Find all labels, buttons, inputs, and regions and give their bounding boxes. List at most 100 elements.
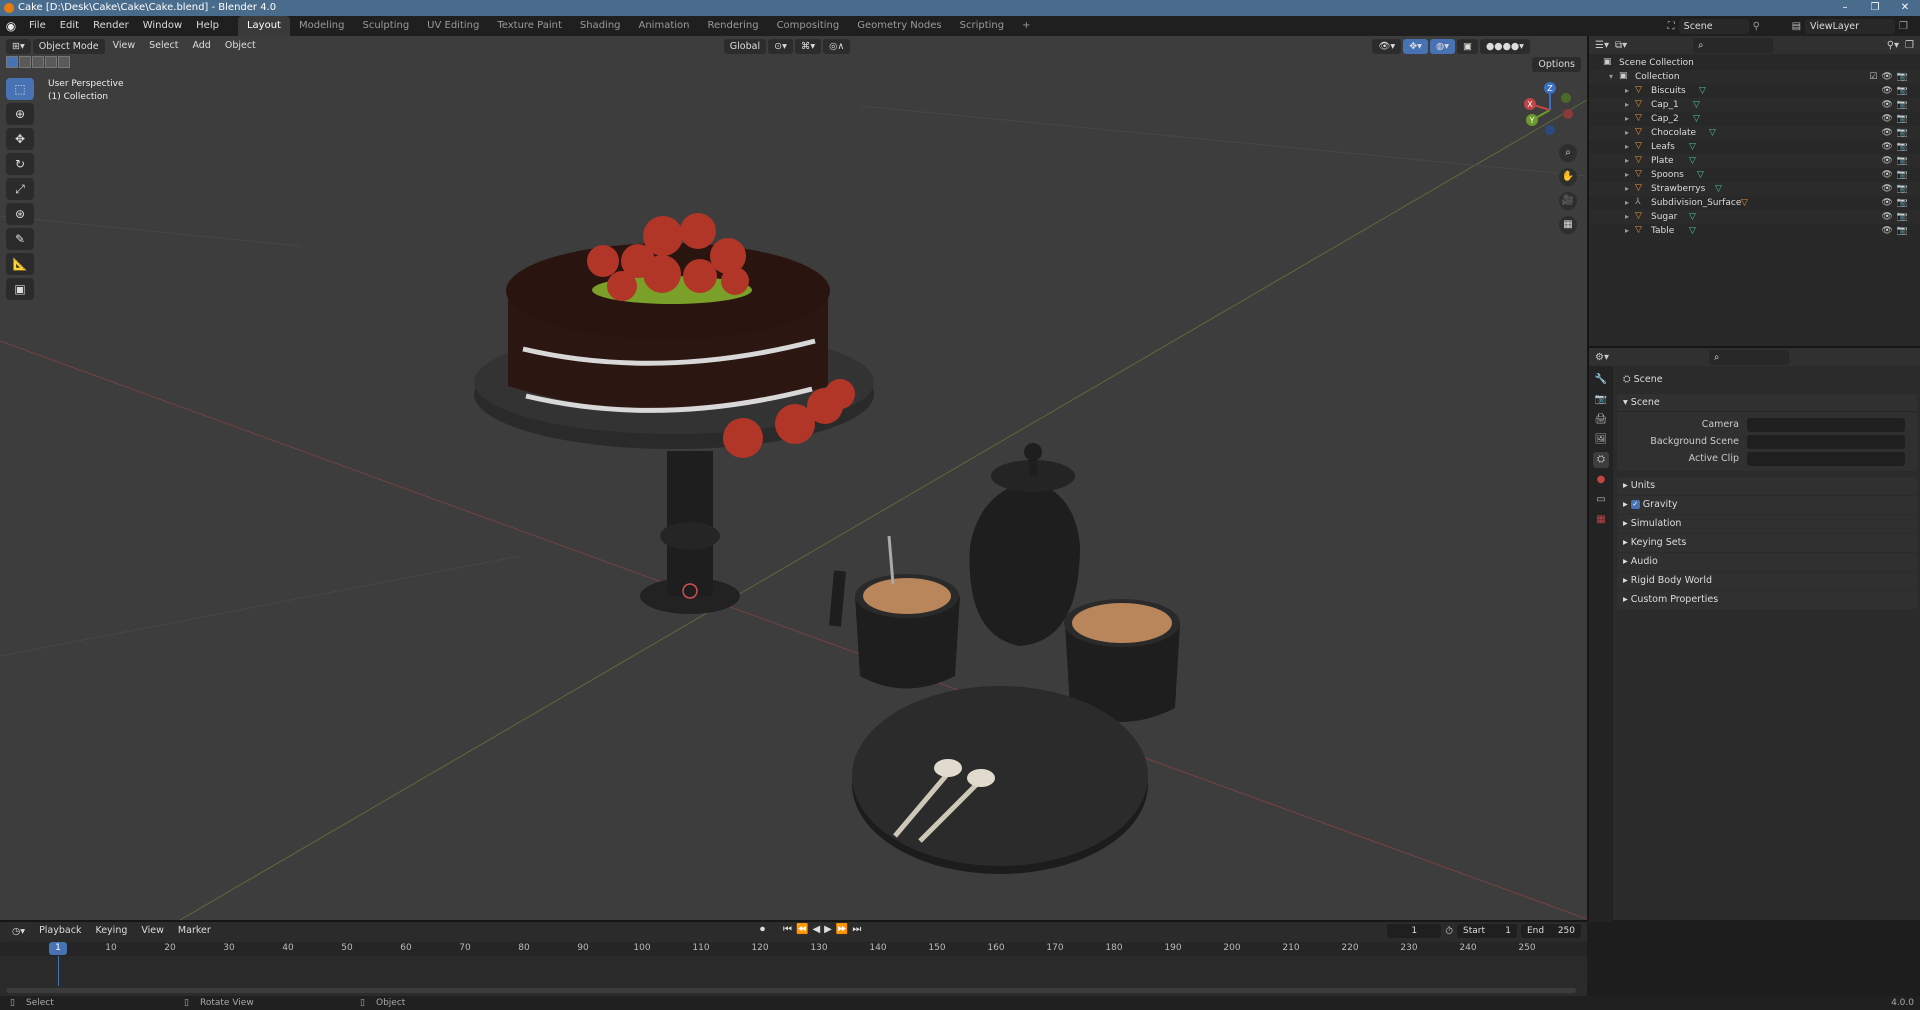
tool-tab-icon[interactable]: 🔧 (1593, 372, 1609, 388)
add-workspace-button[interactable]: + (1013, 16, 1039, 36)
rotate-tool-icon[interactable]: ↻ (6, 153, 34, 175)
tab-texture-paint[interactable]: Texture Paint (488, 16, 571, 36)
timeline-scrollbar[interactable] (6, 988, 1576, 993)
shading-mode-icon[interactable]: ●●●●▾ (1480, 38, 1530, 54)
record-icon[interactable]: ⏺ (760, 924, 765, 935)
filter-icon[interactable]: ⚲▾ (1887, 40, 1899, 51)
current-frame-field[interactable]: 1 (1387, 924, 1442, 938)
minimize-button[interactable]: – (1830, 0, 1860, 16)
editor-type-button[interactable]: ⊞▾ (6, 38, 31, 54)
menu-window[interactable]: Window (136, 16, 189, 36)
transform-tool-icon[interactable]: ⊛ (6, 203, 34, 225)
plate[interactable] (852, 686, 1148, 874)
tab-animation[interactable]: Animation (630, 16, 699, 36)
scene-panel-header[interactable]: ▾ Scene (1617, 394, 1917, 412)
menu-select[interactable]: Select (143, 36, 184, 56)
close-button[interactable]: ✕ (1890, 0, 1920, 16)
collection-tab-icon[interactable]: ▭ (1593, 492, 1609, 508)
texture-tab-icon[interactable]: ▦ (1593, 512, 1609, 528)
editor-type-icon[interactable]: ◷▾ (6, 923, 32, 939)
annotate-tool-icon[interactable]: ✎ (6, 228, 34, 250)
xray-toggle-icon[interactable]: ▣ (1457, 38, 1478, 54)
snap-icon[interactable]: ⌘▾ (794, 38, 822, 54)
background-scene-field[interactable] (1747, 434, 1905, 449)
select-invert-icon[interactable] (45, 56, 57, 68)
tree-item-object[interactable]: ▸ ⅄ Subdivision_Surface ▽ 👁📷 (1589, 196, 1920, 210)
timeline-track-area[interactable] (0, 956, 1587, 986)
tab-scripting[interactable]: Scripting (951, 16, 1013, 36)
gravity-panel[interactable]: ▸ ✓ Gravity (1617, 496, 1917, 514)
camera-view-icon[interactable]: 🎥 (1559, 192, 1577, 210)
menu-view[interactable]: View (107, 36, 142, 56)
tab-uv-editing[interactable]: UV Editing (418, 16, 488, 36)
units-panel[interactable]: ▸ Units (1617, 477, 1917, 495)
camera-field[interactable] (1747, 417, 1905, 432)
gizmo-toggle-icon[interactable]: ✥▾ (1403, 38, 1428, 54)
tab-modeling[interactable]: Modeling (290, 16, 354, 36)
output-tab-icon[interactable]: 🖨 (1593, 412, 1609, 428)
add-cube-tool-icon[interactable]: ▣ (6, 278, 34, 300)
cursor-tool-icon[interactable]: ⊕ (6, 103, 34, 125)
select-intersect-icon[interactable] (58, 56, 70, 68)
select-new-icon[interactable] (6, 56, 18, 68)
view-layer-tab-icon[interactable]: 🖼 (1593, 432, 1609, 448)
new-view-layer-icon[interactable]: ❐ (1899, 21, 1908, 32)
tree-item-object[interactable]: ▸ ▽ Leafs ▽ 👁📷 (1589, 140, 1920, 154)
simulation-panel[interactable]: ▸ Simulation (1617, 515, 1917, 533)
3d-viewport[interactable]: ⊞▾ Object Mode View Select Add Object Gl… (0, 36, 1587, 920)
tree-item-object[interactable]: ▸ ▽ Sugar ▽ 👁📷 (1589, 210, 1920, 224)
properties-search-input[interactable]: ⌕ (1708, 349, 1789, 365)
tree-item-object[interactable]: ▸ ▽ Biscuits ▽ 👁📷 (1589, 84, 1920, 98)
render-tab-icon[interactable]: 📷 (1593, 392, 1609, 408)
pivot-icon[interactable]: ⊙▾ (768, 38, 793, 54)
transform-orientation-selector[interactable]: Global (723, 38, 767, 54)
jump-end-icon[interactable]: ⏭ (852, 924, 861, 935)
menu-keying[interactable]: Keying (89, 921, 133, 941)
tab-shading[interactable]: Shading (571, 16, 630, 36)
scene-selector[interactable]: Scene (1678, 18, 1749, 34)
proportional-edit-icon[interactable]: ◎∧ (823, 38, 851, 54)
mode-selector[interactable]: Object Mode (32, 38, 105, 54)
tab-rendering[interactable]: Rendering (698, 16, 767, 36)
tab-layout[interactable]: Layout (237, 16, 290, 36)
menu-object[interactable]: Object (219, 36, 262, 56)
play-reverse-icon[interactable]: ◀ (812, 924, 820, 935)
perspective-toggle-icon[interactable]: ▦ (1559, 216, 1577, 234)
tree-item-object[interactable]: ▸ ▽ Table ▽ 👁📷 (1589, 224, 1920, 238)
tree-item-object[interactable]: ▸ ▽ Cap_2 ▽ 👁📷 (1589, 112, 1920, 126)
tree-item-object[interactable]: ▸ ▽ Plate ▽ 👁📷 (1589, 154, 1920, 168)
maximize-button[interactable]: ❐ (1860, 0, 1890, 16)
overlay-toggle-icon[interactable]: ◍▾ (1429, 38, 1456, 54)
editor-type-icon[interactable]: ☰▾ (1595, 40, 1609, 51)
select-subtract-icon[interactable] (32, 56, 44, 68)
timeline-ruler[interactable]: 1 10 20 30 40 50 60 70 80 90 100 110 120… (0, 942, 1587, 956)
menu-render[interactable]: Render (86, 16, 136, 36)
gravity-checkbox[interactable]: ✓ (1630, 500, 1640, 509)
active-clip-field[interactable] (1747, 451, 1905, 466)
tab-geometry-nodes[interactable]: Geometry Nodes (848, 16, 950, 36)
tree-item-object[interactable]: ▸ ▽ Spoons ▽ 👁📷 (1589, 168, 1920, 182)
audio-panel[interactable]: ▸ Audio (1617, 553, 1917, 571)
world-tab-icon[interactable]: ● (1593, 472, 1609, 488)
menu-view[interactable]: View (135, 921, 170, 941)
zoom-icon[interactable]: ⌕ (1559, 144, 1577, 162)
current-frame-indicator[interactable]: 1 (49, 942, 67, 955)
tree-item-scene-collection[interactable]: ▣ Scene Collection (1589, 56, 1920, 70)
view-layer-selector[interactable]: ViewLayer (1805, 18, 1896, 34)
editor-type-icon[interactable]: ⚙▾ (1595, 352, 1609, 363)
menu-marker[interactable]: Marker (172, 921, 217, 941)
display-mode-icon[interactable]: ⧉▾ (1615, 40, 1627, 51)
sugar-pot[interactable] (969, 443, 1080, 646)
navigation-gizmo[interactable]: Z Y X (1520, 80, 1580, 140)
tab-sculpting[interactable]: Sculpting (353, 16, 418, 36)
menu-file[interactable]: File (22, 16, 53, 36)
tree-item-collection[interactable]: ▾ ▣ Collection ☑👁📷 (1589, 70, 1920, 84)
select-box-tool-icon[interactable]: ⬚ (6, 78, 34, 100)
collapse-icon[interactable]: ▾ (1609, 70, 1613, 84)
tree-item-object[interactable]: ▸ ▽ Strawberrys ▽ 👁📷 (1589, 182, 1920, 196)
menu-edit[interactable]: Edit (53, 16, 86, 36)
options-button[interactable]: Options (1532, 57, 1581, 72)
jump-keyframe-back-icon[interactable]: ⏪ (796, 924, 808, 935)
move-tool-icon[interactable]: ✥ (6, 128, 34, 150)
menu-help[interactable]: Help (189, 16, 226, 36)
